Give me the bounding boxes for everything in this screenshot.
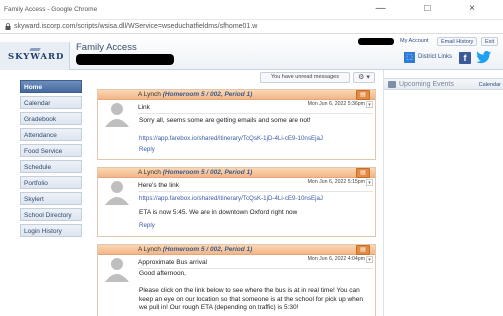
site-header: SKYWARD Family Access My Account Email H… [0, 34, 503, 70]
settings-gear-button[interactable]: ⚙ ▾ [353, 72, 375, 83]
address-bar[interactable]: skyward.iscorp.com/scripts/wsisa.dll/WSe… [0, 20, 503, 34]
window-controls[interactable]: — □ × [376, 3, 493, 14]
message-type-icon[interactable]: ▤ [356, 90, 370, 100]
avatar-icon [105, 103, 129, 127]
my-account-link[interactable]: My Account [400, 38, 428, 44]
facebook-icon[interactable]: f [459, 52, 471, 64]
reply-link[interactable]: Reply [139, 146, 155, 153]
twitter-icon[interactable] [476, 51, 492, 65]
exit-button[interactable]: Exit [481, 37, 499, 46]
message-sender: A Lynch (Homeroom 5 / 002, Period 1) [138, 246, 253, 253]
message-greeting: Good afternoon, [139, 270, 186, 277]
app-title: Family Access [76, 42, 137, 53]
message-subject: Here's the link [138, 182, 179, 189]
sidebar-item-schedule[interactable]: Schedule [20, 160, 82, 173]
reply-link[interactable]: Reply [139, 222, 155, 229]
message-link[interactable]: https://app.farebox.io/shared/itinerary/… [139, 135, 323, 142]
sidebar-item-login-history[interactable]: Login History [20, 224, 82, 237]
chevron-down-icon[interactable]: ▾ [366, 179, 373, 186]
sidebar-item-food-service[interactable]: Food Service [20, 144, 82, 157]
chevron-down-icon[interactable]: ▾ [366, 256, 373, 263]
divider [138, 113, 373, 114]
sidebar-item-attendance[interactable]: Attendance [20, 128, 82, 141]
sidebar-item-portfolio[interactable]: Portfolio [20, 176, 82, 189]
message-subject: Approximate Bus arrival [138, 259, 207, 266]
message-sender: A Lynch (Homeroom 5 / 002, Period 1) [138, 169, 253, 176]
chevron-down-icon[interactable]: ▾ [366, 101, 373, 108]
divider [138, 191, 373, 192]
calendar-icon [388, 81, 396, 88]
message-date: Mon Jun 6, 2022 5:36pm [307, 101, 365, 107]
skyward-logo[interactable]: SKYWARD [8, 52, 64, 62]
window-titlebar: Family Access - Google Chrome — □ × [0, 0, 503, 20]
sidebar-item-gradebook[interactable]: Gradebook [20, 112, 82, 125]
message-sender: A Lynch (Homeroom 5 / 002, Period 1) [138, 91, 253, 98]
divider [138, 268, 373, 269]
message-link[interactable]: https://app.farebox.io/shared/itinerary/… [139, 195, 323, 202]
email-history-button[interactable]: Email History [437, 37, 478, 46]
url-text[interactable]: skyward.iscorp.com/scripts/wsisa.dll/WSe… [14, 23, 257, 30]
sidebar-item-school-directory[interactable]: School Directory [20, 208, 82, 221]
lock-icon [5, 23, 11, 30]
message-subject: Link [138, 104, 150, 111]
unread-messages-button[interactable]: You have unread messages [260, 72, 350, 83]
message-type-icon[interactable]: ▤ [356, 245, 370, 255]
message-feed: You have unread messages ⚙ ▾ A Lynch (Ho… [93, 70, 380, 316]
message-header: A Lynch (Homeroom 5 / 002, Period 1) ▤ [98, 245, 375, 255]
logo-swoosh-icon [29, 48, 41, 51]
message-body: Please click on the link below to see wh… [139, 287, 364, 311]
window-title: Family Access - Google Chrome [4, 6, 98, 13]
message-body: Sorry all, seems some are getting emails… [139, 117, 311, 124]
calendar-link[interactable]: Calendar [479, 82, 501, 88]
message-date: Mon Jun 6, 2022 4:04pm [307, 256, 365, 262]
message-type-icon[interactable]: ▤ [356, 168, 370, 178]
district-links-icon[interactable]: ⬚ [404, 52, 415, 63]
message-card: A Lynch (Homeroom 5 / 002, Period 1) ▤ A… [97, 244, 376, 316]
message-card: A Lynch (Homeroom 5 / 002, Period 1) ▤ L… [97, 89, 376, 160]
message-header: A Lynch (Homeroom 5 / 002, Period 1) ▤ [98, 90, 375, 100]
sidebar-item-home[interactable]: Home [20, 80, 82, 93]
message-header: A Lynch (Homeroom 5 / 002, Period 1) ▤ [98, 168, 375, 178]
sidebar-item-skylert[interactable]: Skylert [20, 192, 82, 205]
district-links-link[interactable]: District Links [418, 54, 452, 60]
sidebar-item-calendar[interactable]: Calendar [20, 96, 82, 109]
avatar-icon [105, 181, 129, 205]
redacted-student-name [76, 54, 174, 65]
message-card: A Lynch (Homeroom 5 / 002, Period 1) ▤ H… [97, 167, 376, 237]
upcoming-events-title: Upcoming Events [399, 81, 454, 88]
upcoming-events-header: Upcoming Events Calendar [384, 78, 503, 90]
message-body: ETA is now 5:45. We are in downtown Oxfo… [139, 209, 298, 216]
upcoming-events-panel: Upcoming Events Calendar [383, 70, 503, 316]
redacted-user-name [358, 38, 394, 45]
sidebar-nav: Home Calendar Gradebook Attendance Food … [0, 70, 93, 316]
avatar-icon [105, 258, 129, 282]
message-date: Mon Jun 6, 2022 5:15pm [307, 179, 365, 185]
